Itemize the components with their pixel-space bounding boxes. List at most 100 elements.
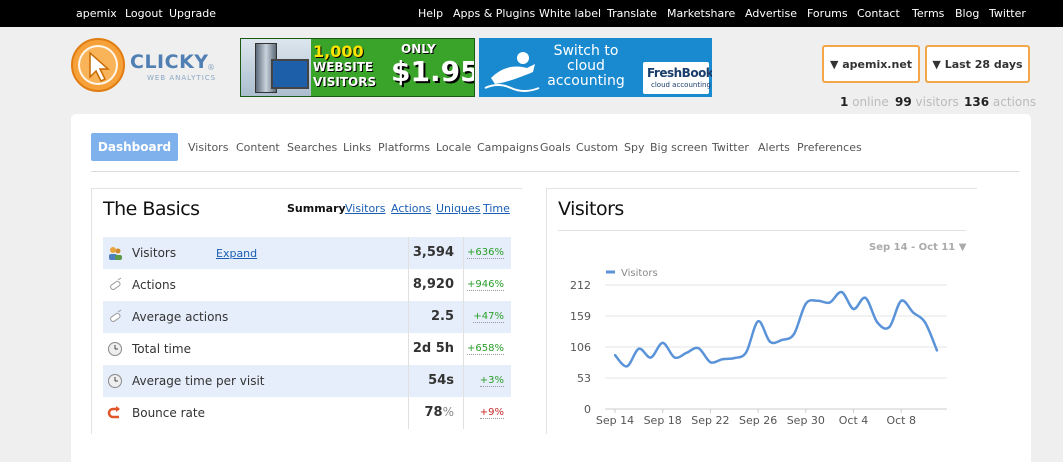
help-link[interactable]: Help [418, 7, 443, 20]
data-point [888, 325, 891, 329]
top-bar: apemix Logout Upgrade Help Apps & Plugin… [0, 0, 1063, 27]
blog-link[interactable]: Blog [955, 7, 979, 20]
subnav-visitors[interactable]: Visitors [345, 202, 385, 215]
tab-platforms[interactable]: Platforms [378, 141, 430, 154]
x-tick-label: Sep 30 [787, 414, 825, 427]
subnav-actions[interactable]: Actions [391, 202, 431, 215]
marketshare-link[interactable]: Marketshare [667, 7, 735, 20]
freshbooks-ad-banner[interactable]: Switch to cloud accounting FreshBooks cl… [479, 38, 712, 97]
apps-plugins-link[interactable]: Apps & Plugins [453, 7, 535, 20]
y-tick-label: 106 [570, 341, 591, 354]
x-tick-label: Oct 4 [839, 414, 869, 427]
forums-link[interactable]: Forums [807, 7, 848, 20]
row-name: Average actions [132, 310, 229, 324]
ad2-line1: Switch to [553, 43, 619, 59]
row-change: +9% [479, 407, 504, 419]
freshbooks-logo: FreshBooks [647, 66, 712, 80]
visitors-module: Visitors Sep 14 - Oct 11 ▼ 0 53 106 159 212 S… [546, 188, 977, 434]
row-change: +658% [467, 343, 504, 355]
upgrade-link[interactable]: Upgrade [169, 7, 216, 20]
logo-tagline: WEB ANALYTICS [147, 74, 217, 82]
row-value: 78% [424, 405, 455, 420]
row-change: +946% [467, 279, 504, 291]
user-link[interactable]: apemix [76, 7, 117, 20]
data-point [709, 361, 712, 364]
basics-row-actions[interactable]: Actions 8,920 +946% [103, 269, 511, 301]
data-point [840, 290, 843, 294]
next-panel [71, 444, 1031, 462]
x-tick-label: Oct 8 [886, 414, 916, 427]
expand-link[interactable]: Expand [216, 247, 257, 260]
basics-row-total-time[interactable]: Total time 2d 5h +658% [103, 333, 511, 365]
tab-big-screen[interactable]: Big screen [650, 141, 708, 154]
data-point [900, 299, 903, 302]
advertise-link[interactable]: Advertise [745, 7, 797, 20]
online-label: online [852, 95, 889, 109]
data-point [744, 351, 748, 354]
white-label-link[interactable]: White label [539, 7, 601, 20]
terms-link[interactable]: Terms [912, 7, 944, 20]
visitors-stat: 99 visitors [895, 95, 959, 109]
data-point [721, 358, 724, 361]
y-tick-label: 212 [570, 279, 591, 292]
tab-searches[interactable]: Searches [287, 141, 337, 154]
translate-link[interactable]: Translate [607, 7, 657, 20]
clicky-logo[interactable]: CLICKY ® WEB ANALYTICS [70, 37, 220, 93]
tab-content[interactable]: Content [236, 141, 280, 154]
row-name: Bounce rate [132, 406, 205, 420]
chart-range-dropdown[interactable]: Sep 14 - Oct 11 ▼ [869, 242, 966, 253]
hosting-ad-banner[interactable]: 1,000 WEBSITE VISITORS ONLY $1.95 [240, 38, 475, 97]
data-point [876, 321, 879, 324]
row-value: 8,920 [412, 277, 454, 292]
tab-links[interactable]: Links [343, 141, 371, 154]
computer-icon [241, 39, 311, 96]
tab-alerts[interactable]: Alerts [758, 141, 790, 154]
data-point [697, 346, 700, 350]
freshbooks-sub: cloud accounting [651, 81, 711, 89]
data-point [768, 340, 772, 343]
bounce-icon [107, 405, 123, 421]
tab-goals[interactable]: Goals [540, 141, 571, 154]
site-selector-button[interactable]: ▼ apemix.net [822, 45, 920, 83]
cursor-logo-icon [71, 38, 125, 92]
tab-twitter[interactable]: Twitter [712, 141, 749, 154]
subnav-time[interactable]: Time [483, 202, 510, 215]
tab-preferences[interactable]: Preferences [797, 141, 862, 154]
swimmer-icon [484, 52, 540, 92]
row-name: Total time [132, 342, 191, 356]
dashboard-panel: Dashboard Visitors Content Searches Link… [71, 114, 1031, 454]
subnav-uniques[interactable]: Uniques [436, 202, 481, 215]
basics-row-average-actions[interactable]: Average actions 2.5 +47% [103, 301, 511, 333]
nav-divider [91, 171, 1019, 172]
twitter-link[interactable]: Twitter [989, 7, 1026, 20]
contact-link[interactable]: Contact [857, 7, 900, 20]
actions-label: actions [992, 95, 1037, 109]
logo-wordmark: CLICKY [130, 51, 209, 73]
data-point [780, 338, 784, 342]
x-tick-label: Sep 14 [596, 414, 634, 427]
y-tick-label: 53 [577, 372, 591, 385]
basics-row-visitors[interactable]: Visitors Expand 3,594 +636% [103, 237, 511, 269]
online-stat: 1 online [840, 95, 889, 109]
logout-link[interactable]: Logout [125, 7, 163, 20]
clock-icon [107, 373, 123, 389]
date-range-button[interactable]: ▼ Last 28 days [925, 45, 1030, 83]
data-point [804, 302, 808, 305]
basics-row-bounce-rate[interactable]: Bounce rate 78% +9% [103, 397, 511, 429]
tab-locale[interactable]: Locale [436, 141, 471, 154]
tab-spy[interactable]: Spy [624, 141, 644, 154]
basics-title: The Basics [103, 198, 200, 220]
data-point [625, 365, 629, 368]
data-point [828, 301, 831, 304]
tab-dashboard[interactable]: Dashboard [91, 133, 178, 161]
ad1-price: $1.95 [391, 55, 475, 88]
basics-row-average-time[interactable]: Average time per visit 54s +3% [103, 365, 511, 397]
row-name: Average time per visit [132, 374, 265, 388]
tab-campaigns[interactable]: Campaigns [477, 141, 539, 154]
visitors-label: visitors [915, 95, 959, 109]
data-point [733, 356, 736, 360]
tab-visitors[interactable]: Visitors [188, 141, 228, 154]
tab-custom[interactable]: Custom [576, 141, 618, 154]
data-point [816, 299, 819, 302]
ad1-line3: VISITORS [313, 75, 377, 89]
